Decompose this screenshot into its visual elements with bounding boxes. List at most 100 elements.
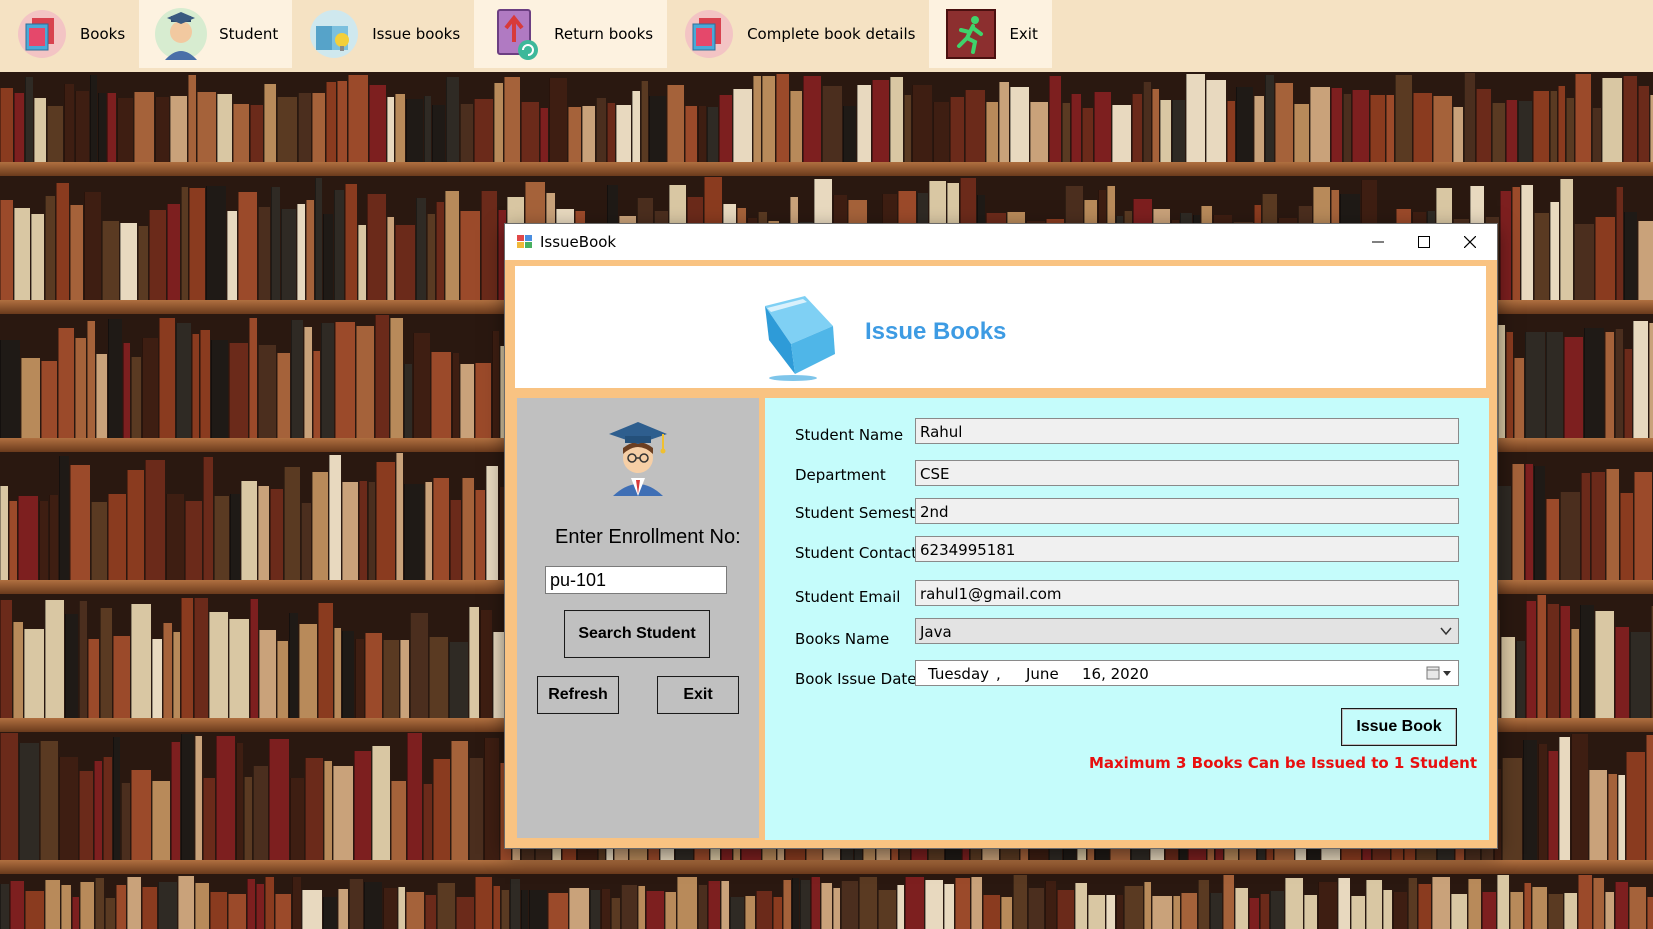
chevron-down-icon (1440, 627, 1452, 636)
book-spine (1498, 325, 1505, 438)
book-spine (1112, 105, 1131, 162)
book-spine (326, 82, 336, 162)
book-spine (1592, 108, 1601, 162)
toolbar-exit[interactable]: Exit (929, 0, 1052, 68)
book-spine (372, 746, 390, 860)
toolbar-student[interactable]: Student (139, 0, 293, 68)
book-spine (1501, 637, 1515, 718)
toolbar-books-label: Books (80, 25, 126, 43)
close-button[interactable] (1447, 224, 1493, 260)
minimize-button[interactable] (1355, 224, 1401, 260)
issue-book-button[interactable]: Issue Book (1341, 708, 1457, 746)
book-spine (460, 104, 473, 162)
book-spine (103, 757, 112, 860)
blue-book-icon (765, 296, 835, 381)
books-name-label: Books Name (795, 630, 890, 648)
window-titlebar[interactable]: IssueBook (505, 224, 1497, 260)
book-spine (127, 470, 144, 580)
semester-field[interactable]: 2nd (915, 498, 1459, 524)
book-spine (753, 76, 761, 162)
book-spine (423, 784, 432, 860)
exit-button[interactable]: Exit (657, 676, 739, 714)
issue-date-picker[interactable]: Tuesday , June 16, 2020 (915, 660, 1459, 686)
book-spine (493, 886, 500, 929)
book-spine (398, 887, 405, 929)
book-spine (1546, 499, 1559, 580)
toolbar-books[interactable]: Books (0, 0, 139, 68)
book-spine (349, 879, 363, 929)
book-spine (406, 892, 424, 929)
book-spine (1646, 735, 1653, 860)
book-spine (1343, 94, 1351, 162)
book-spine (1351, 896, 1365, 929)
maximize-button[interactable] (1401, 224, 1447, 260)
book-spine (200, 330, 210, 438)
book-spine (1534, 213, 1549, 300)
toolbar-complete-book-details[interactable]: Complete book details (667, 0, 929, 68)
book-spine (601, 889, 610, 929)
book-spine (155, 97, 169, 162)
email-field[interactable]: rahul1@gmail.com (915, 580, 1459, 606)
book-spine (189, 188, 205, 300)
book-spine (312, 93, 325, 162)
book-spine (229, 343, 248, 438)
book-spine (1523, 740, 1537, 860)
book-spine (445, 191, 459, 300)
book-spine (18, 496, 38, 580)
toolbar-return-books[interactable]: Return books (474, 0, 668, 68)
book-spine (188, 75, 196, 162)
book-spine (138, 226, 148, 300)
book-spine (1638, 221, 1653, 300)
book-spine (474, 99, 493, 162)
toolbar-return-books-label: Return books (554, 25, 654, 43)
book-spine (638, 886, 645, 929)
book-spine (481, 191, 497, 300)
book-spine (173, 632, 180, 718)
book-spine (395, 225, 415, 300)
app-icon (517, 235, 532, 248)
student-details-panel: Student Name Rahul Department CSE Studen… (765, 398, 1489, 840)
book-spine (181, 187, 188, 300)
book-spine (1062, 103, 1070, 162)
book-spine (1578, 875, 1592, 929)
book-spine (904, 95, 911, 162)
semester-label: Student Semester (795, 504, 931, 522)
book-spine (1634, 472, 1652, 580)
book-spine (416, 198, 426, 300)
book-spine (334, 190, 344, 300)
book-spine (45, 600, 64, 718)
book-spine (299, 624, 317, 718)
book-spine (134, 92, 154, 162)
book-spine (230, 494, 240, 580)
book-spine (45, 196, 55, 300)
book-spine (244, 777, 252, 860)
department-field[interactable]: CSE (915, 460, 1459, 486)
toolbar-issue-books[interactable]: Issue books (292, 0, 474, 68)
book-spine (258, 207, 270, 300)
book-details-icon (685, 10, 734, 58)
book-spine (1564, 337, 1583, 438)
book-spine (890, 77, 903, 162)
book-spine (21, 358, 40, 438)
book-spine (484, 738, 499, 860)
books-name-value: Java (920, 623, 952, 641)
book-spine (460, 211, 480, 300)
book-spine (210, 892, 227, 929)
book-spine (14, 208, 30, 300)
book-spine (72, 897, 79, 929)
book-spine (25, 77, 33, 162)
book-spine (98, 93, 106, 162)
contact-field[interactable]: 6234995181 (915, 536, 1459, 562)
enrollment-input[interactable] (545, 566, 727, 594)
search-student-button[interactable]: Search Student (564, 610, 710, 658)
student-name-field[interactable]: Rahul (915, 418, 1459, 444)
book-spine (203, 457, 213, 580)
book-spine (843, 106, 856, 162)
book-spine (95, 878, 104, 929)
books-name-dropdown[interactable]: Java (915, 618, 1459, 644)
refresh-button[interactable]: Refresh (537, 676, 619, 714)
issue-limit-warning: Maximum 3 Books Can be Issued to 1 Stude… (1088, 754, 1477, 772)
book-spine (49, 495, 58, 580)
book-spine (1144, 882, 1151, 929)
book-spine (449, 642, 468, 718)
